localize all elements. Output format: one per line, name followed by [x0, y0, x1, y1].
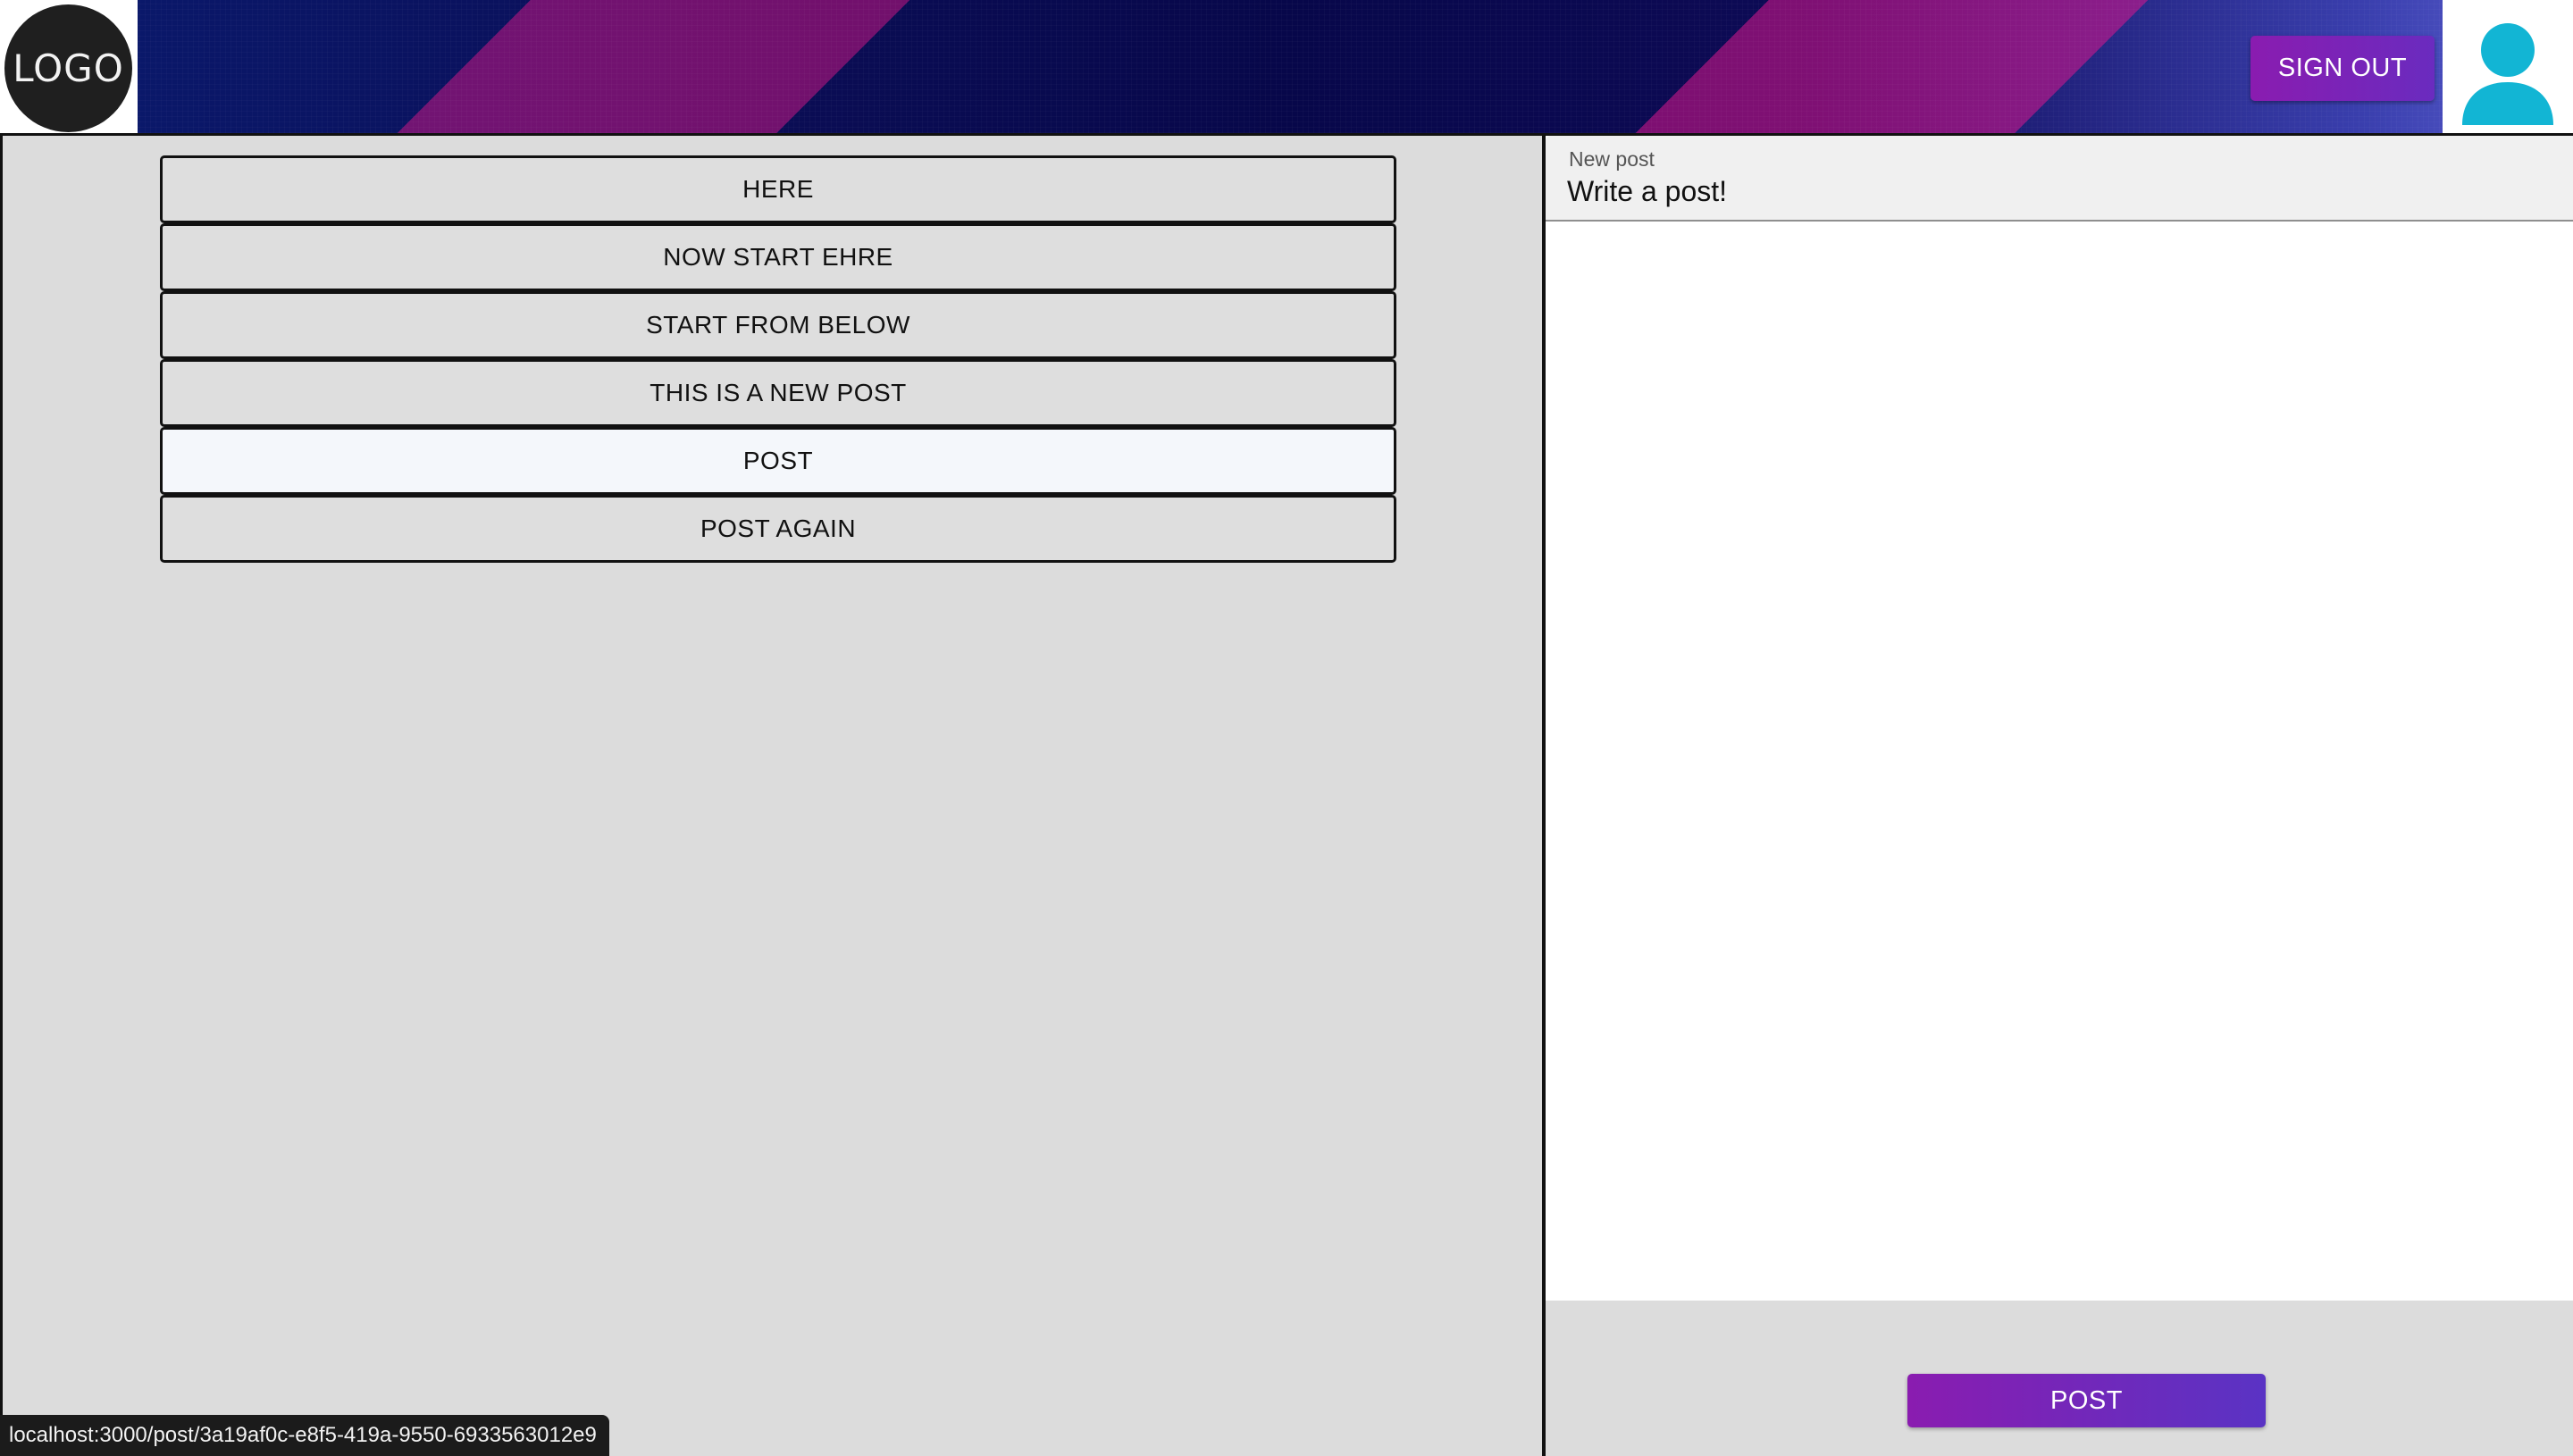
- post-list-item[interactable]: THIS IS A NEW POST: [160, 359, 1396, 427]
- avatar-container[interactable]: [2443, 0, 2573, 136]
- composer-panel: New post POST: [1546, 136, 2573, 1456]
- post-submit-button[interactable]: POST: [1907, 1374, 2266, 1427]
- post-list-item[interactable]: START FROM BELOW: [160, 291, 1396, 359]
- new-post-input[interactable]: [1567, 175, 2550, 208]
- new-post-field[interactable]: New post: [1546, 136, 2573, 222]
- sign-out-button[interactable]: SIGN OUT: [2250, 36, 2435, 101]
- post-list-item[interactable]: NOW START EHRE: [160, 223, 1396, 291]
- logo[interactable]: LOGO: [4, 4, 132, 132]
- post-list: HERE NOW START EHRE START FROM BELOW THI…: [160, 155, 1396, 563]
- app-header: LOGO SIGN OUT: [0, 0, 2573, 136]
- post-list-panel: HERE NOW START EHRE START FROM BELOW THI…: [0, 136, 1546, 1456]
- user-avatar-icon[interactable]: [2443, 0, 2573, 136]
- post-list-item[interactable]: HERE: [160, 155, 1396, 223]
- post-list-item-hovered[interactable]: POST: [160, 427, 1396, 495]
- new-post-label: New post: [1569, 147, 1655, 171]
- post-list-item[interactable]: POST AGAIN: [160, 495, 1396, 563]
- logo-container[interactable]: LOGO: [0, 0, 138, 133]
- status-bar-url: localhost:3000/post/3a19af0c-e8f5-419a-9…: [0, 1415, 609, 1456]
